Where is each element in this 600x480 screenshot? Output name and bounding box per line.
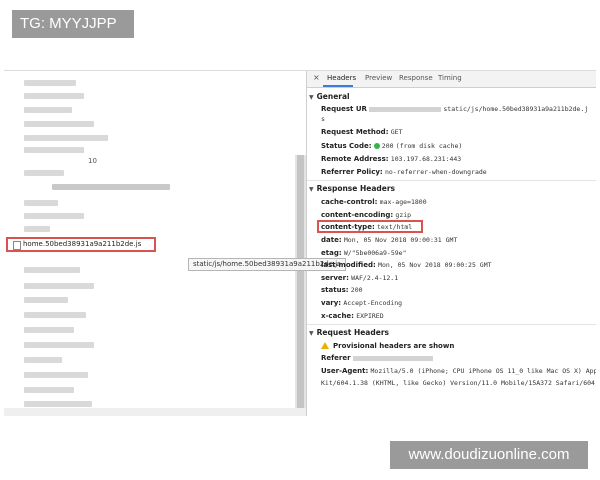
blurred-row bbox=[24, 401, 92, 407]
request-list: 10 home.50bed38931a9a211b2de.js bbox=[4, 71, 307, 416]
divider bbox=[307, 180, 596, 181]
response-header-row: vary: Accept-Encoding bbox=[321, 299, 403, 307]
warning-icon bbox=[321, 342, 329, 349]
blurred-row bbox=[24, 297, 68, 303]
blurred-row bbox=[24, 312, 86, 318]
close-icon[interactable]: × bbox=[313, 73, 320, 82]
blurred-row bbox=[24, 200, 58, 206]
response-header-row: etag: W/"5be006a9-59e" bbox=[321, 249, 407, 257]
response-header-row: x-cache: EXPIRED bbox=[321, 312, 384, 320]
response-header-row: content-encoding: gzip bbox=[321, 211, 412, 219]
response-header-row: cache-control: max-age=1800 bbox=[321, 198, 427, 206]
divider bbox=[307, 324, 596, 325]
request-url-wrap: s bbox=[321, 115, 325, 123]
response-header-row: last-modified: Mon, 05 Nov 2018 09:00:25… bbox=[321, 261, 492, 269]
blurred-row bbox=[24, 357, 62, 363]
collapse-triangle-icon: ▼ bbox=[309, 330, 314, 337]
response-header-row: status: 200 bbox=[321, 286, 363, 294]
tab-response[interactable]: Response bbox=[399, 74, 433, 82]
blurred-row bbox=[24, 213, 84, 219]
provisional-warning: Provisional headers are shown bbox=[321, 342, 454, 351]
collapse-triangle-icon: ▼ bbox=[309, 94, 314, 101]
vertical-scrollbar[interactable] bbox=[295, 155, 306, 415]
request-method-row: Request Method: GET bbox=[321, 128, 403, 136]
blurred-row bbox=[24, 121, 94, 127]
user-agent-row: User-Agent: Mozilla/5.0 (iPhone; CPU iPh… bbox=[321, 367, 596, 375]
blurred-row bbox=[52, 184, 170, 190]
remote-address-row: Remote Address: 103.197.68.231:443 bbox=[321, 155, 462, 163]
referer-row: Referer bbox=[321, 354, 433, 363]
details-tab-bar: × Headers Preview Response Timing bbox=[307, 71, 596, 88]
response-header-row: server: WAF/2.4-12.1 bbox=[321, 274, 399, 282]
blurred-row bbox=[24, 387, 74, 393]
blurred-row bbox=[24, 93, 84, 99]
blurred-row bbox=[24, 226, 50, 232]
collapse-triangle-icon: ▼ bbox=[309, 186, 314, 193]
blurred-row bbox=[24, 372, 88, 378]
blurred-row bbox=[24, 283, 94, 289]
blurred-row bbox=[24, 267, 80, 273]
devtools-network-panel: 10 home.50bed38931a9a211b2de.js static/j… bbox=[4, 70, 596, 416]
tab-timing[interactable]: Timing bbox=[438, 74, 462, 82]
referrer-policy-row: Referrer Policy: no-referrer-when-downgr… bbox=[321, 168, 487, 176]
selected-request-row[interactable]: home.50bed38931a9a211b2de.js bbox=[6, 237, 156, 252]
tab-headers[interactable]: Headers bbox=[327, 74, 356, 82]
blurred-row bbox=[24, 135, 108, 141]
blurred-row bbox=[24, 147, 84, 153]
request-headers-section-header[interactable]: ▼ Request Headers bbox=[309, 328, 389, 337]
file-icon bbox=[13, 241, 21, 250]
details-pane: × Headers Preview Response Timing ▼ Gener… bbox=[307, 71, 596, 416]
user-agent-wrap: Kit/604.1.38 (KHTML, like Gecko) Version… bbox=[321, 379, 596, 387]
blurred-row bbox=[24, 327, 74, 333]
tg-badge: TG: MYYJJPP bbox=[12, 10, 134, 38]
content-type-highlight bbox=[317, 220, 423, 233]
general-section-header[interactable]: ▼ General bbox=[309, 92, 350, 101]
blurred-row bbox=[24, 80, 76, 86]
scrollbar-thumb[interactable] bbox=[297, 155, 304, 415]
request-url-row: Request UR static/js/home.50bed38931a9a2… bbox=[321, 105, 589, 113]
response-headers-section-header[interactable]: ▼ Response Headers bbox=[309, 184, 395, 193]
watermark: www.doudizuonline.com bbox=[390, 441, 588, 469]
status-ok-dot-icon bbox=[373, 143, 380, 149]
response-header-row: date: Mon, 05 Nov 2018 09:00:31 GMT bbox=[321, 236, 458, 244]
blurred-row bbox=[24, 107, 72, 113]
selected-file-name: home.50bed38931a9a211b2de.js bbox=[23, 240, 142, 248]
blurred-referer bbox=[352, 355, 433, 361]
blurred-row bbox=[24, 342, 94, 348]
list-fragment: 10 bbox=[88, 157, 97, 165]
blurred-host bbox=[369, 106, 442, 112]
blurred-row bbox=[24, 170, 64, 176]
active-tab-indicator bbox=[323, 85, 353, 87]
horizontal-scrollbar[interactable] bbox=[4, 408, 306, 416]
tab-preview[interactable]: Preview bbox=[365, 74, 392, 82]
status-code-row: Status Code: 200 (from disk cache) bbox=[321, 142, 463, 150]
